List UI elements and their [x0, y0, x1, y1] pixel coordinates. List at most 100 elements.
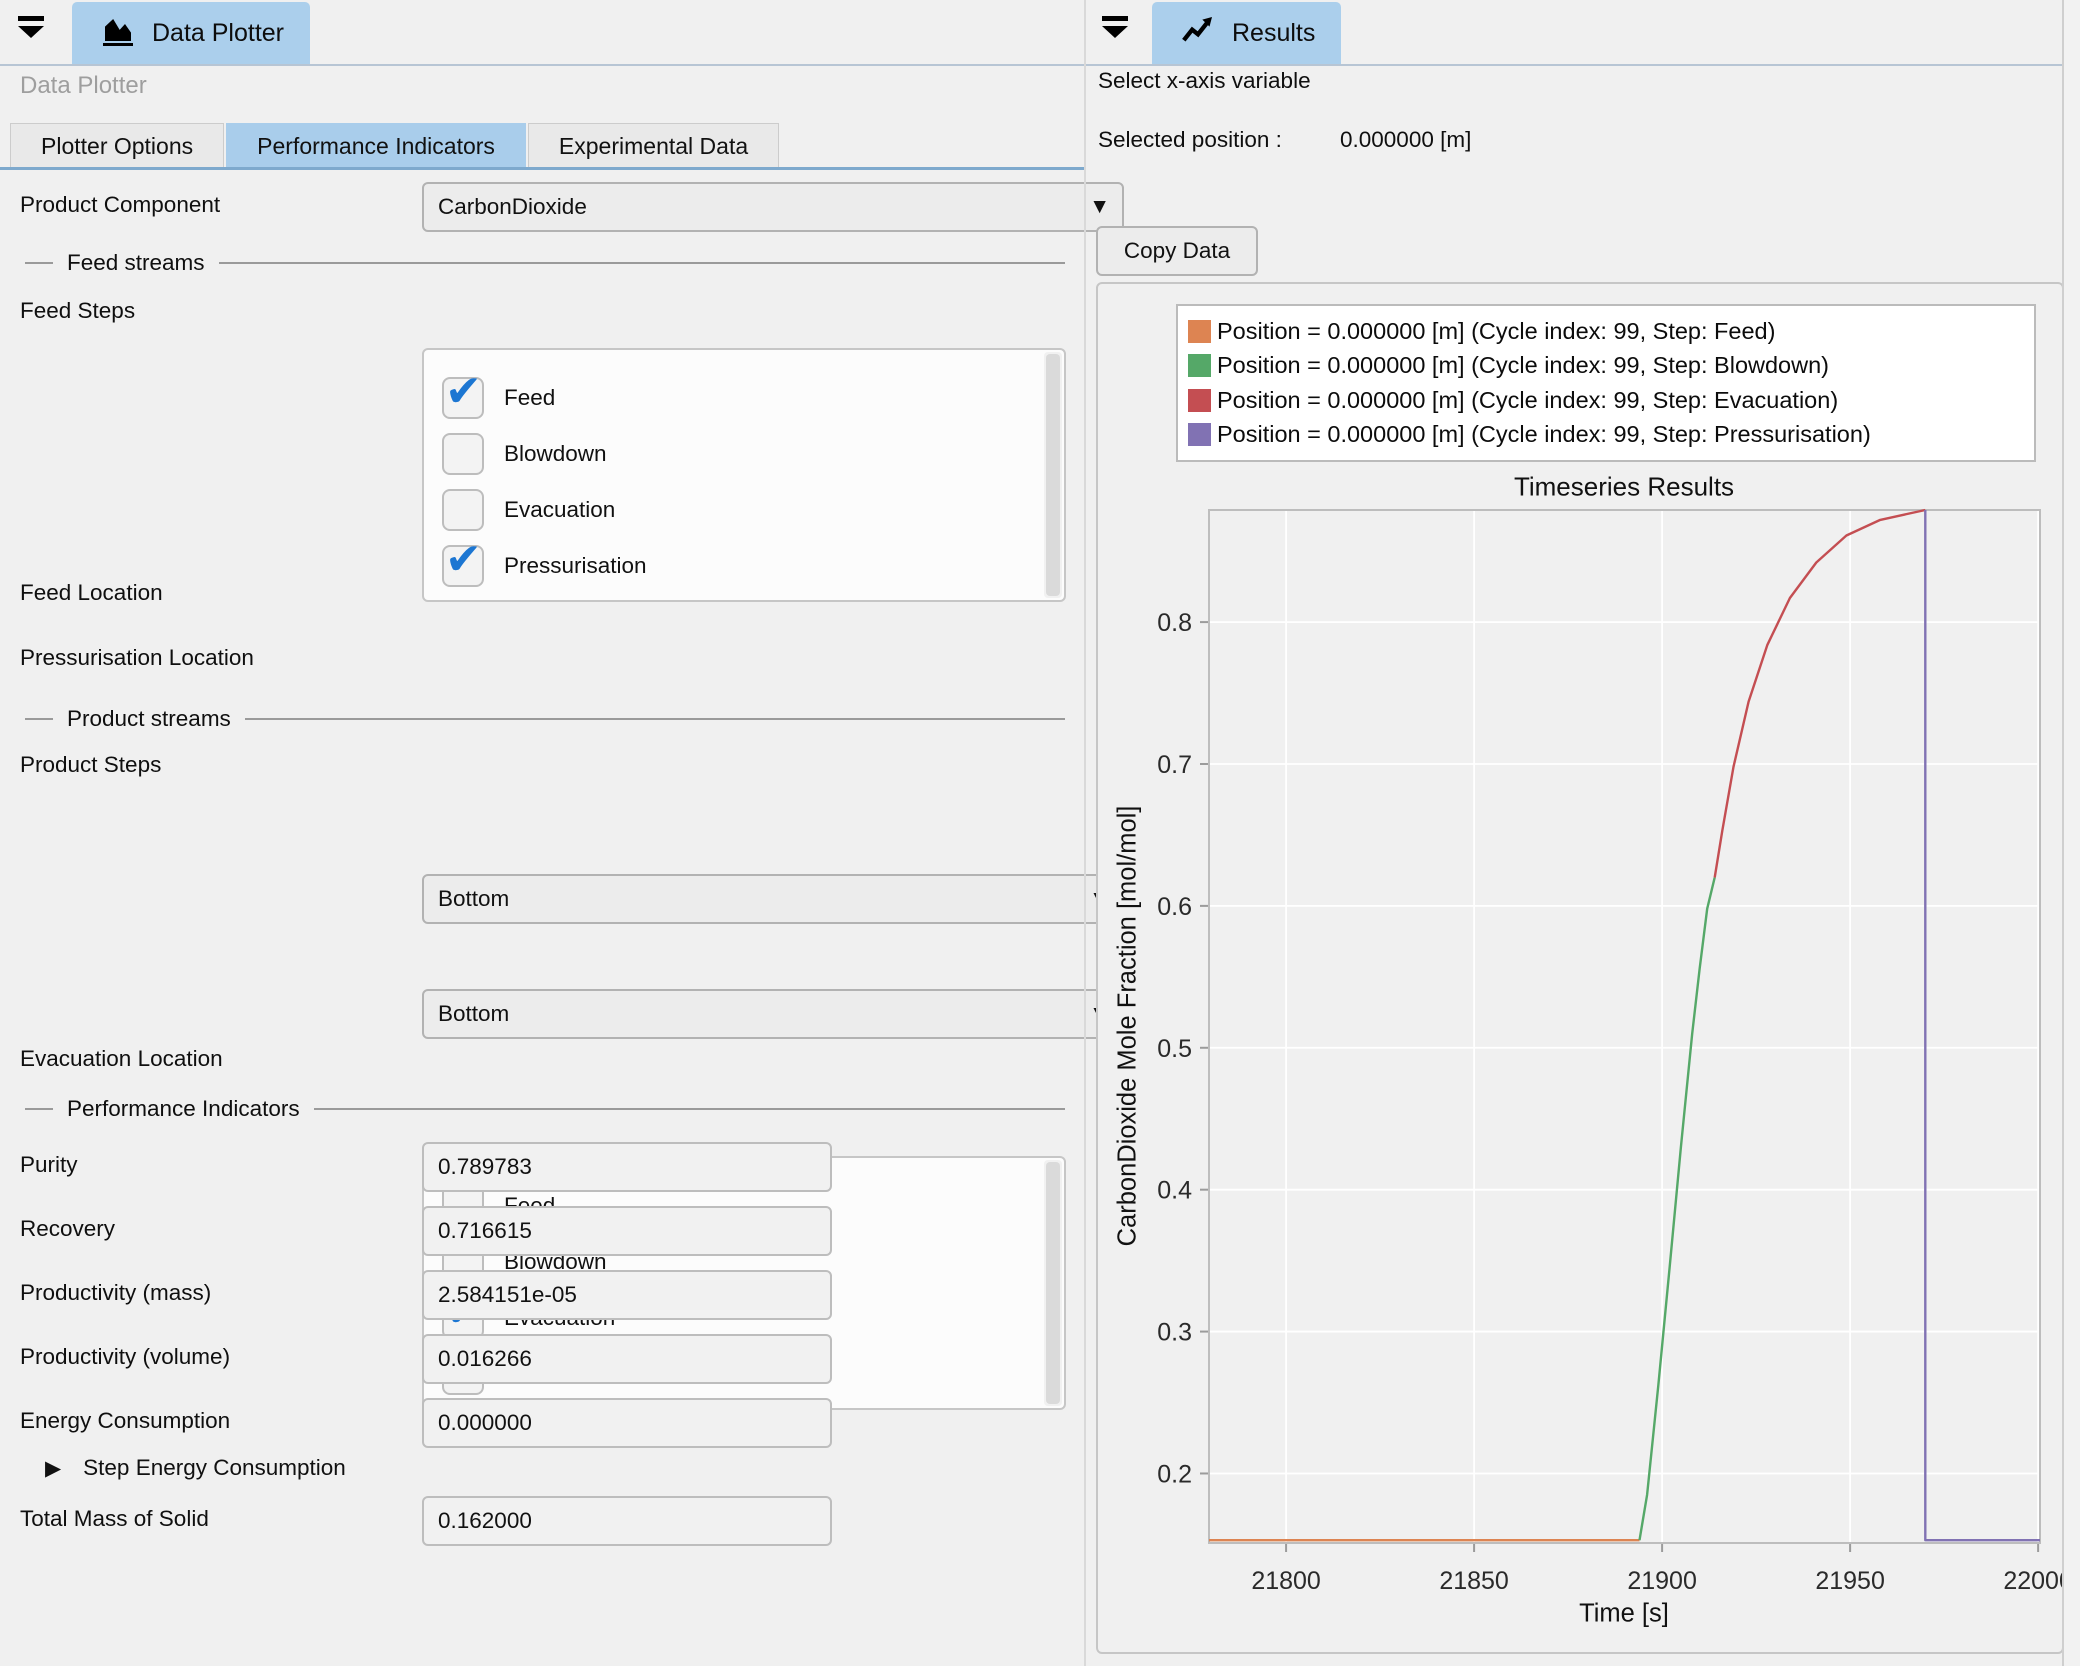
purity-label: Purity: [20, 1142, 78, 1188]
legend-swatch-evacuation: [1188, 389, 1211, 412]
field-text: 0.789783: [438, 1154, 532, 1180]
field-text: 0.016266: [438, 1346, 532, 1372]
dock-tab-label: Results: [1232, 19, 1315, 48]
legend-label: Position = 0.000000 [m] (Cycle index: 99…: [1217, 421, 1871, 448]
performance-indicators-separator: Performance Indicators: [25, 1096, 1065, 1122]
evacuation-location-label: Evacuation Location: [20, 1036, 223, 1082]
list-scrollbar[interactable]: [1044, 352, 1062, 598]
panel-splitter[interactable]: [1084, 0, 1086, 1666]
y-axis-label: CarbonDioxide Mole Fraction [mol/mol]: [1114, 806, 1143, 1247]
field-text: 0.716615: [438, 1218, 532, 1244]
svg-text:0.8: 0.8: [1157, 609, 1192, 637]
feed-step-pressurisation[interactable]: ✔ Pressurisation: [442, 538, 1024, 594]
feed-step-feed[interactable]: ✔ Feed: [442, 370, 1024, 426]
tab-underline: [0, 167, 1084, 170]
productivity-mass-value[interactable]: 2.584151e-05: [422, 1270, 832, 1320]
field-text: 0.000000: [438, 1410, 532, 1436]
legend-swatch-feed: [1188, 320, 1211, 343]
x-axis-label: Time [s]: [1579, 1600, 1669, 1629]
legend-label: Position = 0.000000 [m] (Cycle index: 99…: [1217, 387, 1838, 414]
tab-label: Plotter Options: [41, 133, 193, 160]
purity-value[interactable]: 0.789783: [422, 1142, 832, 1192]
legend-item-pressurisation: Position = 0.000000 [m] (Cycle index: 99…: [1188, 418, 2024, 451]
copy-data-button[interactable]: Copy Data: [1096, 226, 1258, 276]
right-panel-menu-icon[interactable]: [1100, 16, 1130, 48]
feed-step-evacuation[interactable]: ✔ Evacuation: [442, 482, 1024, 538]
feed-location-dropdown[interactable]: Bottom ▼: [422, 874, 1124, 924]
svg-text:0.6: 0.6: [1157, 893, 1192, 921]
panel-title: Data Plotter: [20, 72, 147, 100]
legend-swatch-pressurisation: [1188, 423, 1211, 446]
product-component-label: Product Component: [20, 182, 220, 228]
dropdown-value: Bottom: [438, 1001, 509, 1027]
checkbox-label: Pressurisation: [504, 553, 647, 579]
legend-label: Position = 0.000000 [m] (Cycle index: 99…: [1217, 318, 1775, 345]
tab-experimental-data[interactable]: Experimental Data: [528, 123, 779, 168]
chart-title: Timeseries Results: [1514, 472, 1734, 503]
feed-step-blowdown[interactable]: ✔ Blowdown: [442, 426, 1024, 482]
results-dock-tab[interactable]: Results: [1152, 2, 1341, 64]
productivity-volume-label: Productivity (volume): [20, 1334, 230, 1380]
energy-consumption-label: Energy Consumption: [20, 1398, 230, 1444]
checkbox[interactable]: ✔: [442, 377, 484, 419]
dropdown-value: CarbonDioxide: [438, 194, 587, 220]
svg-text:0.5: 0.5: [1157, 1035, 1192, 1063]
selected-position-value: 0.000000 [m]: [1340, 122, 1471, 158]
checkbox[interactable]: ✔: [442, 545, 484, 587]
expander-label: Step Energy Consumption: [83, 1455, 346, 1481]
checkbox-label: Evacuation: [504, 497, 615, 523]
tab-performance-indicators[interactable]: Performance Indicators: [226, 123, 526, 168]
feed-location-label: Feed Location: [20, 570, 163, 616]
section-title: Performance Indicators: [67, 1096, 300, 1122]
triangle-right-icon: ▶: [45, 1456, 61, 1481]
svg-text:0.2: 0.2: [1157, 1460, 1192, 1488]
plotter-tab-bar: Plotter Options Performance Indicators E…: [10, 123, 781, 168]
pressurisation-location-label: Pressurisation Location: [20, 635, 254, 681]
timeseries-plot-canvas: 21800218502190021950220000.20.30.40.50.6…: [1150, 500, 2080, 1640]
checkbox[interactable]: ✔: [442, 433, 484, 475]
product-steps-label: Product Steps: [20, 752, 161, 778]
svg-text:21950: 21950: [1815, 1567, 1885, 1595]
section-title: Feed streams: [67, 250, 205, 276]
checkbox[interactable]: ✔: [442, 489, 484, 531]
legend-label: Position = 0.000000 [m] (Cycle index: 99…: [1217, 352, 1829, 379]
recovery-value[interactable]: 0.716615: [422, 1206, 832, 1256]
check-icon: ✔: [445, 366, 482, 417]
productivity-mass-label: Productivity (mass): [20, 1270, 211, 1316]
tab-plotter-options[interactable]: Plotter Options: [10, 123, 224, 168]
selected-position-label: Selected position :: [1098, 122, 1282, 158]
energy-consumption-value[interactable]: 0.000000: [422, 1398, 832, 1448]
line-chart-icon: [1178, 11, 1218, 56]
total-mass-value[interactable]: 0.162000: [422, 1496, 832, 1546]
dock-tab-label: Data Plotter: [152, 19, 284, 48]
legend-item-feed: Position = 0.000000 [m] (Cycle index: 99…: [1188, 315, 2024, 348]
right-scrollbar-track[interactable]: [2062, 0, 2080, 1666]
tab-label: Performance Indicators: [257, 133, 495, 160]
product-streams-separator: Product streams: [25, 706, 1065, 732]
app-window: Data Plotter Data Plotter Plotter Option…: [0, 0, 2080, 1666]
list-scrollbar[interactable]: [1044, 1160, 1062, 1406]
pressurisation-location-dropdown[interactable]: Bottom ▼: [422, 989, 1124, 1039]
feed-steps-label: Feed Steps: [20, 298, 135, 324]
chevron-down-icon: ▼: [1089, 195, 1110, 219]
check-icon: ✔: [445, 534, 482, 585]
svg-text:21900: 21900: [1627, 1567, 1697, 1595]
checkbox-label: Feed: [504, 385, 555, 411]
step-energy-consumption-expander[interactable]: ▶ Step Energy Consumption: [45, 1455, 346, 1481]
data-plotter-dock-tab[interactable]: Data Plotter: [72, 2, 310, 64]
area-chart-icon: [98, 11, 138, 56]
product-component-dropdown[interactable]: CarbonDioxide ▼: [422, 182, 1124, 232]
svg-text:0.3: 0.3: [1157, 1319, 1192, 1347]
feed-steps-list: ✔ Feed ✔ Blowdown ✔ Evacuation ✔ Pressur…: [422, 348, 1066, 602]
svg-text:0.4: 0.4: [1157, 1177, 1192, 1205]
legend-swatch-blowdown: [1188, 354, 1211, 377]
left-panel-menu-icon[interactable]: [16, 16, 46, 48]
dropdown-value: Bottom: [438, 886, 509, 912]
chart-legend: Position = 0.000000 [m] (Cycle index: 99…: [1176, 304, 2036, 462]
field-text: 0.162000: [438, 1508, 532, 1534]
svg-text:21800: 21800: [1251, 1567, 1321, 1595]
legend-item-evacuation: Position = 0.000000 [m] (Cycle index: 99…: [1188, 384, 2024, 417]
legend-item-blowdown: Position = 0.000000 [m] (Cycle index: 99…: [1188, 349, 2024, 382]
productivity-volume-value[interactable]: 0.016266: [422, 1334, 832, 1384]
checkbox-label: Blowdown: [504, 441, 607, 467]
